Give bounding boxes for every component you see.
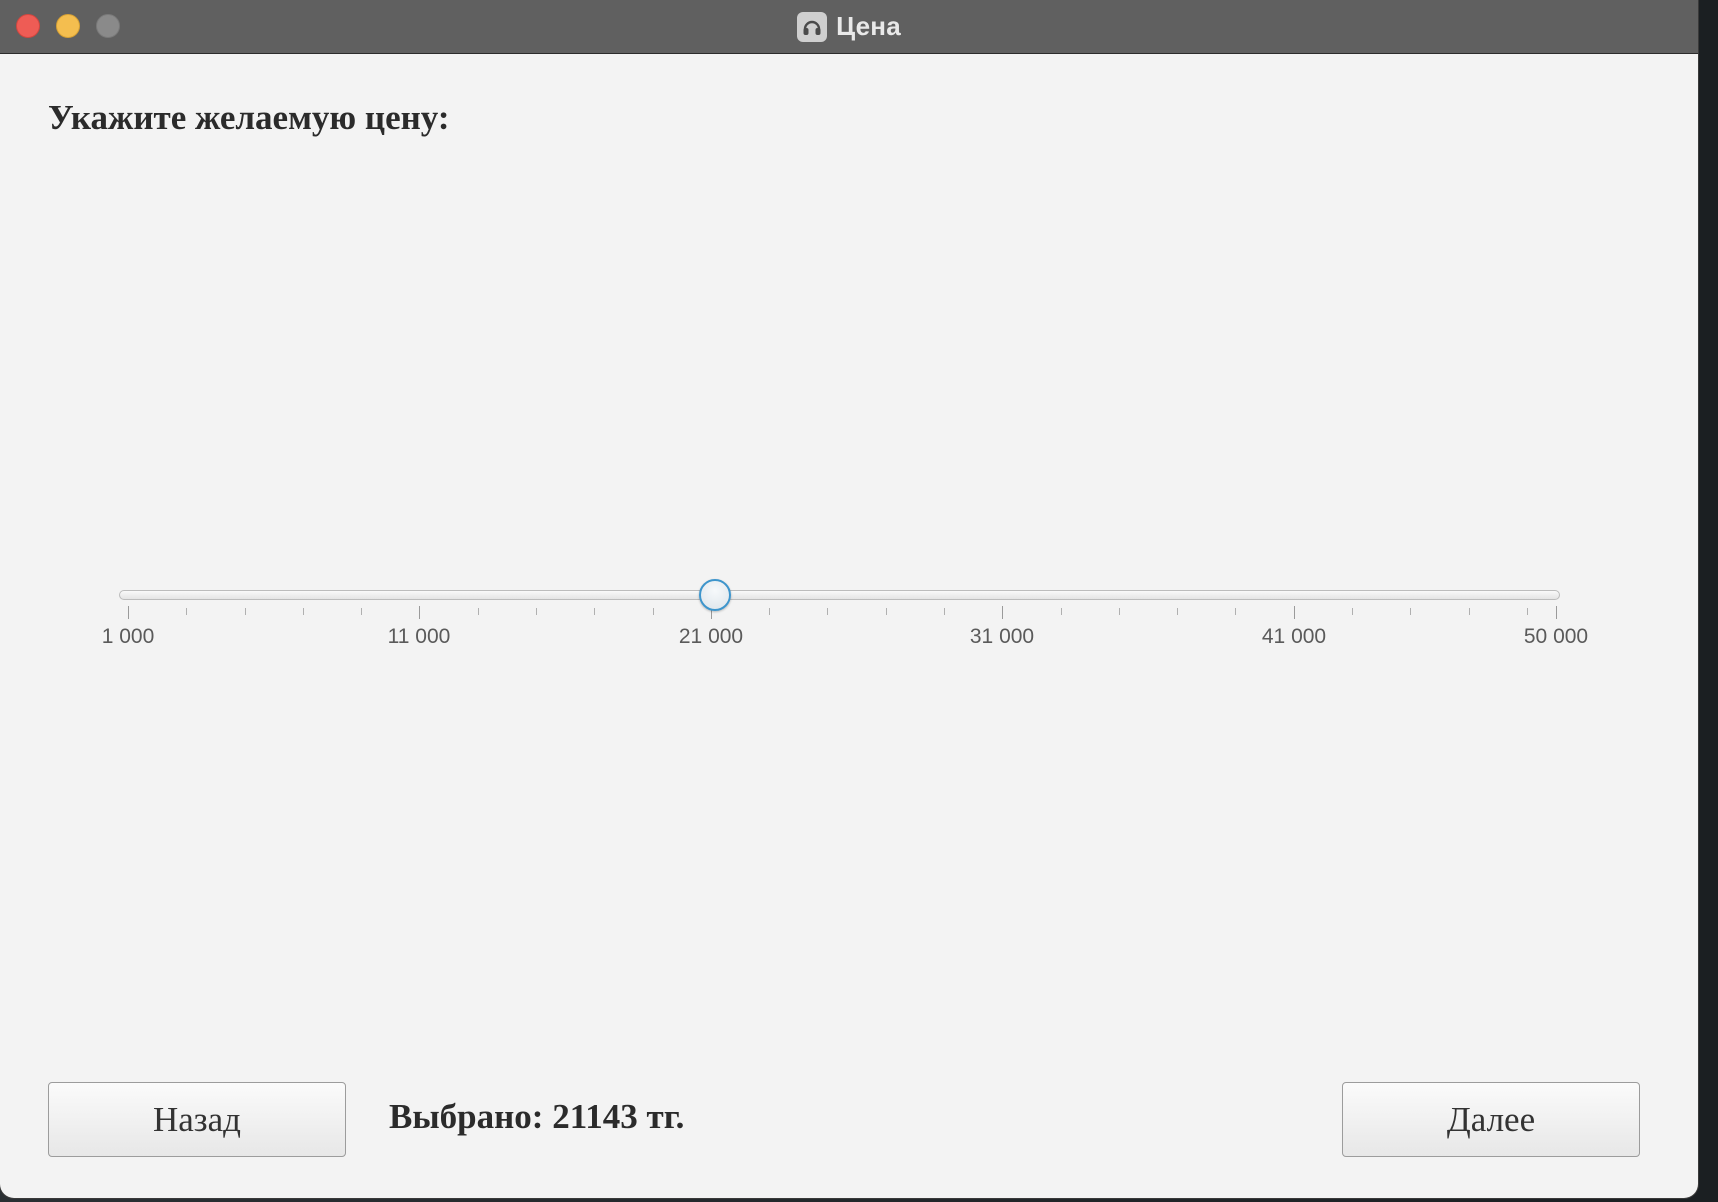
slider-minor-tick (1352, 608, 1353, 615)
slider-minor-tick (478, 608, 479, 615)
headphones-icon (797, 11, 828, 42)
slider-minor-tick (653, 608, 654, 615)
slider-minor-tick (944, 608, 945, 615)
slider-minor-tick (1410, 608, 1411, 615)
slider-major-tick (1556, 606, 1557, 619)
slider-tick-label: 41 000 (1261, 625, 1327, 648)
slider-tick-label: 50 000 (1523, 625, 1589, 648)
selected-price-label: Выбрано: 21143 тг. (389, 1097, 685, 1136)
price-prompt-label: Укажите желаемую цену: (48, 98, 450, 137)
next-button[interactable]: Далее (1342, 1082, 1640, 1157)
slider-minor-tick (886, 608, 887, 615)
slider-major-tick (128, 606, 129, 619)
slider-major-tick (1002, 606, 1003, 619)
price-slider[interactable]: 1 000 11 000 21 000 31 000 41 000 50 000 (0, 560, 1698, 670)
slider-tick-label: 11 000 (387, 625, 451, 648)
slider-minor-tick (1177, 608, 1178, 615)
back-button[interactable]: Назад (48, 1082, 346, 1157)
slider-minor-tick (1235, 608, 1236, 615)
price-window: Цена Укажите желаемую цену: 1 000 11 000 2… (0, 0, 1698, 1198)
slider-minor-tick (245, 608, 246, 615)
slider-track[interactable] (119, 590, 1560, 600)
slider-minor-tick (536, 608, 537, 615)
slider-minor-tick (1061, 608, 1062, 615)
slider-major-tick (1294, 606, 1295, 619)
title-bar[interactable]: Цена (0, 0, 1698, 54)
slider-minor-tick (594, 608, 595, 615)
slider-minor-tick (361, 608, 362, 615)
slider-minor-tick (186, 608, 187, 615)
slider-minor-tick (827, 608, 828, 615)
window-title: Цена (836, 11, 901, 41)
slider-tick-label: 21 000 (678, 625, 744, 648)
slider-minor-tick (1119, 608, 1120, 615)
slider-minor-tick (1527, 608, 1528, 615)
slider-major-tick (419, 606, 420, 619)
slider-tick-label: 1 000 (101, 625, 155, 648)
slider-tick-label: 31 000 (969, 625, 1035, 648)
slider-minor-tick (1469, 608, 1470, 615)
slider-minor-tick (769, 608, 770, 615)
title-group: Цена (0, 0, 1698, 53)
slider-thumb[interactable] (699, 579, 731, 611)
slider-minor-tick (303, 608, 304, 615)
